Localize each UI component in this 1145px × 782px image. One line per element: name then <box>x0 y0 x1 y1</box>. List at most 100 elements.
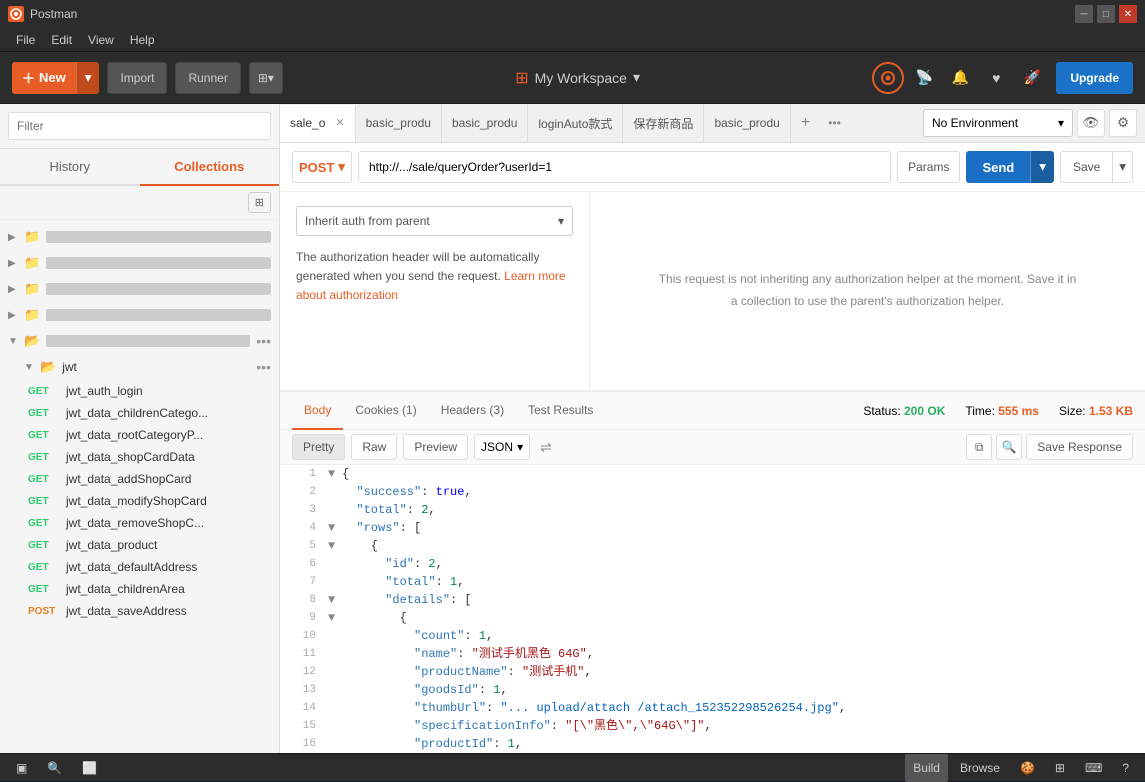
sync-icon[interactable] <box>872 62 904 94</box>
auth-type-select[interactable]: Inherit auth from parent ▾ <box>296 206 573 236</box>
list-item[interactable]: ▶ 📁 <box>0 224 279 250</box>
sidebar-actions: ⊞ <box>0 186 279 220</box>
folder-icon: 📁 <box>24 255 40 271</box>
heart-icon[interactable]: ♥ <box>980 62 1012 94</box>
view-preview-button[interactable]: Preview <box>403 434 468 460</box>
list-item[interactable]: GET jwt_data_shopCardData <box>0 446 279 468</box>
cookies-button[interactable]: 🍪 <box>1012 754 1043 782</box>
copy-response-button[interactable]: ⧉ <box>966 434 992 460</box>
content-area: sale_o ✕ basic_produ basic_produ loginAu… <box>280 104 1145 753</box>
layout-button[interactable]: ⊞▾ <box>249 62 283 94</box>
bell-icon[interactable]: 🔔 <box>944 62 976 94</box>
wrap-icon[interactable]: ⇌ <box>540 439 552 456</box>
rocket-icon[interactable]: 🚀 <box>1016 62 1048 94</box>
list-item[interactable]: ▼ 📂 ••• <box>0 328 279 354</box>
endpoint-label: jwt_data_removeShopC... <box>66 516 204 530</box>
env-settings-button[interactable]: ⚙ <box>1109 109 1137 137</box>
send-dropdown-button[interactable]: ▾ <box>1030 151 1054 183</box>
workspace-button[interactable]: ⊞ My Workspace ▾ <box>515 68 640 88</box>
list-item[interactable]: GET jwt_data_removeShopC... <box>0 512 279 534</box>
import-button[interactable]: Import <box>107 62 167 94</box>
menu-file[interactable]: File <box>8 28 43 52</box>
more-icon[interactable]: ••• <box>256 333 271 349</box>
tab-basic-3[interactable]: basic_produ <box>704 104 790 142</box>
request-bar: POST ▾ Params Send ▾ Save ▾ <box>280 143 1145 192</box>
save-button[interactable]: Save <box>1060 151 1113 183</box>
list-item[interactable]: ▼ 📂 jwt ••• <box>0 354 279 380</box>
view-raw-button[interactable]: Raw <box>351 434 397 460</box>
maximize-button[interactable]: □ <box>1097 5 1115 23</box>
grid-button[interactable]: ⊞ <box>1047 754 1073 782</box>
new-button[interactable]: ＋ New ▾ <box>12 62 99 94</box>
menu-view[interactable]: View <box>80 28 122 52</box>
list-item[interactable]: GET jwt_data_childrenCatego... <box>0 402 279 424</box>
save-dropdown-button[interactable]: ▾ <box>1113 151 1133 183</box>
url-input[interactable] <box>358 151 891 183</box>
more-tabs-button[interactable]: ••• <box>820 116 849 130</box>
view-pretty-button[interactable]: Pretty <box>292 434 345 460</box>
params-button[interactable]: Params <box>897 151 960 183</box>
tab-sale-o[interactable]: sale_o ✕ <box>280 105 356 143</box>
env-label: No Environment <box>932 116 1018 130</box>
minimize-button[interactable]: ─ <box>1075 5 1093 23</box>
env-eye-button[interactable]: 👁 <box>1077 109 1105 137</box>
response-tab-cookies[interactable]: Cookies (1) <box>343 392 428 430</box>
list-item[interactable]: GET jwt_data_product <box>0 534 279 556</box>
search-button[interactable]: 🔍 <box>39 754 70 782</box>
json-viewer: 1 ▼ { 2 "success" : true , 3 <box>280 465 1145 753</box>
cookies-icon: 🍪 <box>1020 761 1035 775</box>
add-tab-button[interactable]: + <box>791 114 820 132</box>
keyboard-button[interactable]: ⌨ <box>1077 754 1110 782</box>
tab-collections[interactable]: Collections <box>140 149 280 186</box>
method-select[interactable]: POST ▾ <box>292 151 352 183</box>
send-button[interactable]: Send <box>966 151 1030 183</box>
sidebar-tabs: History Collections <box>0 149 279 186</box>
list-item[interactable]: GET jwt_data_rootCategoryP... <box>0 424 279 446</box>
tab-save-new[interactable]: 保存新商品 <box>623 104 704 142</box>
format-select[interactable]: JSON ▾ <box>474 434 530 460</box>
response-tab-tests[interactable]: Test Results <box>516 392 605 430</box>
upgrade-button[interactable]: Upgrade <box>1056 62 1133 94</box>
tab-basic-1[interactable]: basic_produ <box>356 104 442 142</box>
new-dropdown-arrow[interactable]: ▾ <box>76 62 100 94</box>
json-line: 6 "id" : 2 , <box>280 555 1145 573</box>
tab-history[interactable]: History <box>0 149 140 184</box>
main-layout: History Collections ⊞ ▶ 📁 ▶ 📁 <box>0 104 1145 753</box>
list-item[interactable]: GET jwt_data_childrenArea <box>0 578 279 600</box>
more-icon[interactable]: ••• <box>256 359 271 375</box>
tab-loginauto[interactable]: loginAuto款式 <box>528 104 623 142</box>
list-item[interactable]: GET jwt_auth_login <box>0 380 279 402</box>
bottom-bar: ▣ 🔍 ⬜ Build Browse 🍪 ⊞ ⌨ ? <box>0 753 1145 781</box>
browse-button[interactable]: Browse <box>952 754 1008 782</box>
menu-edit[interactable]: Edit <box>43 28 80 52</box>
sidebar-search-input[interactable] <box>8 112 271 140</box>
tab-basic-2[interactable]: basic_produ <box>442 104 528 142</box>
new-collection-button[interactable]: ⊞ <box>248 192 271 213</box>
auth-content: Inherit auth from parent ▾ The authoriza… <box>280 192 1145 390</box>
close-button[interactable]: ✕ <box>1119 5 1137 23</box>
list-item[interactable]: ▶ 📁 <box>0 250 279 276</box>
response-status: Status: 200 OK Time: 555 ms Size: 1.53 K… <box>863 404 1133 418</box>
menu-help[interactable]: Help <box>122 28 163 52</box>
layout-toggle-button[interactable]: ▣ <box>8 754 35 782</box>
terminal-button[interactable]: ⬜ <box>74 754 105 782</box>
list-item[interactable]: GET jwt_data_defaultAddress <box>0 556 279 578</box>
list-item[interactable]: ▶ 📁 <box>0 276 279 302</box>
list-item[interactable]: GET jwt_data_addShopCard <box>0 468 279 490</box>
list-item[interactable]: POST jwt_data_saveAddress <box>0 600 279 622</box>
env-dropdown[interactable]: No Environment ▾ <box>923 109 1073 137</box>
tab-close-icon[interactable]: ✕ <box>335 116 344 129</box>
list-item[interactable]: GET jwt_data_modifyShopCard <box>0 490 279 512</box>
runner-button[interactable]: Runner <box>175 62 240 94</box>
search-response-button[interactable]: 🔍 <box>996 434 1022 460</box>
help-button[interactable]: ? <box>1114 754 1137 782</box>
method-badge-get: GET <box>28 518 60 529</box>
satellite-icon[interactable]: 📡 <box>908 62 940 94</box>
build-button[interactable]: Build <box>905 754 948 782</box>
chevron-right-icon: ▶ <box>8 310 18 321</box>
response-tab-headers[interactable]: Headers (3) <box>429 392 516 430</box>
list-item[interactable]: ▶ 📁 <box>0 302 279 328</box>
response-tab-body[interactable]: Body <box>292 392 343 430</box>
save-response-button[interactable]: Save Response <box>1026 434 1133 460</box>
chevron-down-icon: ▼ <box>8 336 18 347</box>
